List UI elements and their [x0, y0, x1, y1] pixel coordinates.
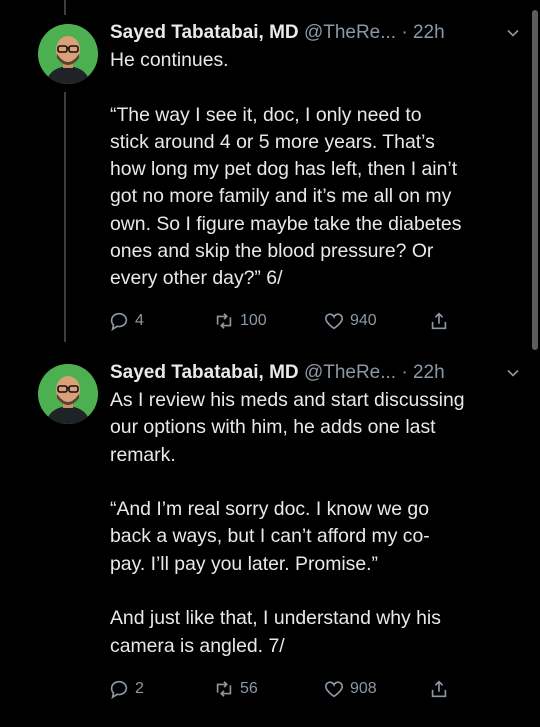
text-line: stick around 4 or 5 more years. That’s	[110, 130, 435, 153]
text-line: own. So I figure maybe take the diabetes	[110, 212, 462, 235]
text-line: got no more family and it’s me all on my	[110, 185, 452, 208]
text-gap	[110, 578, 530, 605]
retweet-icon	[216, 681, 232, 697]
thread-line-top	[64, 0, 66, 15]
text-line: remark.	[110, 443, 176, 466]
text-gap	[110, 469, 530, 496]
tweet-text: He continues. “The way I see it, doc, I …	[110, 47, 530, 293]
reply-count: 2	[135, 680, 144, 697]
tweet-6[interactable]: Sayed Tabatabai, MD @TheRe... · 22h He c…	[0, 16, 540, 346]
like-icon	[324, 313, 344, 330]
like-icon	[324, 681, 344, 698]
text-line: our options with him, he adds one last	[110, 416, 436, 439]
text-line: camera is angled. 7/	[110, 634, 285, 657]
retweet-button[interactable]: 100	[213, 306, 267, 336]
tweet-header: Sayed Tabatabai, MD @TheRe... · 22h	[110, 16, 520, 50]
text-line: every other day?” 6/	[110, 267, 283, 290]
text-line: And just like that, I understand why his	[110, 607, 441, 630]
text-line: “The way I see it, doc, I only need to	[110, 103, 422, 126]
share-icon	[431, 312, 447, 330]
author-name[interactable]: Sayed Tabatabai, MD	[110, 22, 299, 43]
text-line: back a ways, but I can’t afford my co-	[110, 525, 430, 548]
timestamp[interactable]: · 22h	[401, 22, 444, 43]
tweet-header: Sayed Tabatabai, MD @TheRe... · 22h	[110, 356, 520, 390]
like-count: 908	[350, 680, 377, 697]
timestamp[interactable]: · 22h	[401, 362, 444, 383]
text-line: pay. I’ll pay you later. Promise.”	[110, 552, 378, 575]
reply-icon	[110, 312, 128, 332]
retweet-count: 100	[240, 312, 267, 329]
chevron-down-icon[interactable]	[506, 26, 520, 40]
text-line: As I review his meds and start discussin…	[110, 389, 465, 411]
reply-button[interactable]: 4	[108, 306, 144, 336]
avatar[interactable]	[38, 364, 98, 424]
author-name[interactable]: Sayed Tabatabai, MD	[110, 362, 299, 383]
avatar-illustration	[38, 24, 98, 84]
avatar-illustration	[38, 364, 98, 424]
tweet-7[interactable]: Sayed Tabatabai, MD @TheRe... · 22h As I…	[0, 356, 540, 716]
retweet-button[interactable]: 56	[213, 674, 258, 704]
text-line: He continues.	[110, 49, 229, 71]
retweet-count: 56	[240, 680, 258, 697]
text-line: how long my pet dog has left, then I ain…	[110, 158, 458, 181]
author-handle[interactable]: @TheRe...	[304, 22, 396, 43]
scrollbar[interactable]	[532, 10, 538, 350]
like-button[interactable]: 908	[323, 674, 377, 704]
chevron-down-icon[interactable]	[506, 366, 520, 380]
text-line: “And I’m real sorry doc. I know we go	[110, 498, 429, 521]
like-button[interactable]: 940	[323, 306, 377, 336]
reply-count: 4	[135, 312, 144, 329]
reply-button[interactable]: 2	[108, 674, 144, 704]
tweet-text: As I review his meds and start discussin…	[110, 387, 530, 660]
tweet-actions: 2 56 908	[108, 674, 458, 704]
reply-icon	[110, 680, 128, 700]
avatar[interactable]	[38, 24, 98, 84]
retweet-icon	[216, 313, 232, 329]
share-icon	[431, 680, 447, 698]
like-count: 940	[350, 312, 377, 329]
text-gap	[110, 74, 530, 101]
author-handle[interactable]: @TheRe...	[304, 362, 396, 383]
share-button[interactable]	[428, 674, 450, 704]
share-button[interactable]	[428, 306, 450, 336]
tweet-actions: 4 100 940	[108, 306, 458, 336]
text-line: ones and skip the blood pressure? Or	[110, 240, 434, 263]
